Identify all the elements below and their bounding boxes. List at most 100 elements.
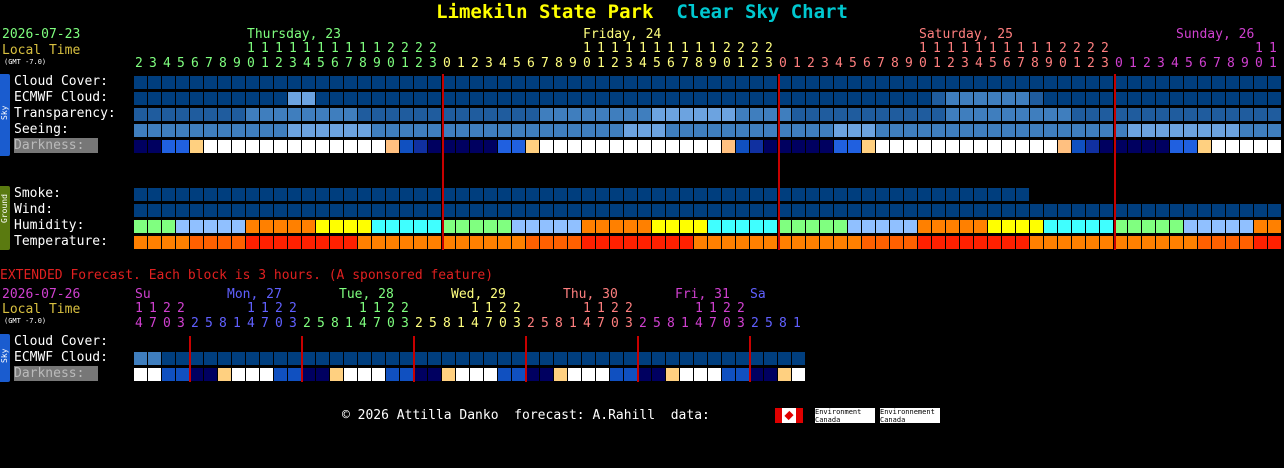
temperature-block[interactable]	[288, 236, 301, 249]
ecmwf-cloud-block[interactable]	[1128, 92, 1141, 105]
ext-darkness-block[interactable]	[386, 368, 399, 381]
wind-block[interactable]	[918, 204, 931, 217]
temperature-block[interactable]	[372, 236, 385, 249]
wind-block[interactable]	[834, 204, 847, 217]
temperature-block[interactable]	[246, 236, 259, 249]
wind-block[interactable]	[736, 204, 749, 217]
cloud-cover-block[interactable]	[134, 76, 147, 89]
darkness-block[interactable]	[1184, 140, 1197, 153]
darkness-block[interactable]	[1114, 140, 1127, 153]
humidity-block[interactable]	[1044, 220, 1057, 233]
smoke-block[interactable]	[260, 188, 273, 201]
smoke-block[interactable]	[666, 188, 679, 201]
seeing-block[interactable]	[1198, 124, 1211, 137]
smoke-block[interactable]	[610, 188, 623, 201]
transparency-block[interactable]	[470, 108, 483, 121]
wind-block[interactable]	[582, 204, 595, 217]
smoke-block[interactable]	[540, 188, 553, 201]
darkness-block[interactable]	[554, 140, 567, 153]
temperature-block[interactable]	[806, 236, 819, 249]
darkness-block[interactable]	[1170, 140, 1183, 153]
ecmwf-cloud-block[interactable]	[442, 92, 455, 105]
cloud-cover-block[interactable]	[1156, 76, 1169, 89]
darkness-block[interactable]	[456, 140, 469, 153]
darkness-block[interactable]	[778, 140, 791, 153]
cloud-cover-block[interactable]	[190, 76, 203, 89]
humidity-block[interactable]	[428, 220, 441, 233]
smoke-block[interactable]	[876, 188, 889, 201]
darkness-block[interactable]	[246, 140, 259, 153]
darkness-block[interactable]	[820, 140, 833, 153]
wind-block[interactable]	[960, 204, 973, 217]
ext-row-label-cloud-cover[interactable]: Cloud Cover:	[14, 334, 108, 349]
seeing-block[interactable]	[680, 124, 693, 137]
cloud-cover-block[interactable]	[330, 76, 343, 89]
cloud-cover-block[interactable]	[1142, 76, 1155, 89]
ecmwf-cloud-block[interactable]	[540, 92, 553, 105]
seeing-block[interactable]	[428, 124, 441, 137]
cloud-cover-block[interactable]	[498, 76, 511, 89]
row-label-seeing[interactable]: Seeing:	[14, 122, 69, 137]
darkness-block[interactable]	[876, 140, 889, 153]
wind-block[interactable]	[484, 204, 497, 217]
ext-darkness-block[interactable]	[652, 368, 665, 381]
seeing-block[interactable]	[946, 124, 959, 137]
darkness-block[interactable]	[1156, 140, 1169, 153]
humidity-block[interactable]	[148, 220, 161, 233]
darkness-block[interactable]	[232, 140, 245, 153]
humidity-block[interactable]	[596, 220, 609, 233]
ecmwf-cloud-block[interactable]	[134, 92, 147, 105]
ecmwf-cloud-block[interactable]	[1030, 92, 1043, 105]
seeing-block[interactable]	[596, 124, 609, 137]
temperature-block[interactable]	[862, 236, 875, 249]
transparency-block[interactable]	[358, 108, 371, 121]
ecmwf-cloud-block[interactable]	[1170, 92, 1183, 105]
seeing-block[interactable]	[1030, 124, 1043, 137]
darkness-block[interactable]	[1254, 140, 1267, 153]
transparency-block[interactable]	[792, 108, 805, 121]
darkness-block[interactable]	[890, 140, 903, 153]
transparency-block[interactable]	[1086, 108, 1099, 121]
humidity-block[interactable]	[358, 220, 371, 233]
temperature-block[interactable]	[582, 236, 595, 249]
transparency-block[interactable]	[134, 108, 147, 121]
temperature-block[interactable]	[302, 236, 315, 249]
ext-ecmwf-cloud-block[interactable]	[596, 352, 609, 365]
cloud-cover-block[interactable]	[1254, 76, 1267, 89]
darkness-block[interactable]	[764, 140, 777, 153]
cloud-cover-block[interactable]	[932, 76, 945, 89]
darkness-block[interactable]	[848, 140, 861, 153]
darkness-block[interactable]	[666, 140, 679, 153]
ext-ecmwf-cloud-block[interactable]	[148, 352, 161, 365]
transparency-block[interactable]	[1156, 108, 1169, 121]
temperature-block[interactable]	[792, 236, 805, 249]
row-label-transparency[interactable]: Transparency:	[14, 106, 116, 121]
cloud-cover-block[interactable]	[568, 76, 581, 89]
smoke-block[interactable]	[554, 188, 567, 201]
ext-ecmwf-cloud-block[interactable]	[526, 352, 539, 365]
transparency-block[interactable]	[190, 108, 203, 121]
smoke-block[interactable]	[638, 188, 651, 201]
wind-block[interactable]	[778, 204, 791, 217]
ecmwf-cloud-block[interactable]	[582, 92, 595, 105]
humidity-block[interactable]	[722, 220, 735, 233]
temperature-block[interactable]	[358, 236, 371, 249]
darkness-block[interactable]	[1128, 140, 1141, 153]
ecmwf-cloud-block[interactable]	[1086, 92, 1099, 105]
darkness-block[interactable]	[988, 140, 1001, 153]
ext-darkness-block[interactable]	[680, 368, 693, 381]
darkness-block[interactable]	[694, 140, 707, 153]
temperature-block[interactable]	[456, 236, 469, 249]
temperature-block[interactable]	[190, 236, 203, 249]
darkness-block[interactable]	[1086, 140, 1099, 153]
humidity-block[interactable]	[134, 220, 147, 233]
transparency-block[interactable]	[638, 108, 651, 121]
ecmwf-cloud-block[interactable]	[904, 92, 917, 105]
darkness-block[interactable]	[1268, 140, 1281, 153]
ecmwf-cloud-block[interactable]	[624, 92, 637, 105]
ext-ecmwf-cloud-block[interactable]	[218, 352, 231, 365]
ext-ecmwf-cloud-block[interactable]	[274, 352, 287, 365]
cloud-cover-block[interactable]	[890, 76, 903, 89]
darkness-block[interactable]	[960, 140, 973, 153]
seeing-block[interactable]	[260, 124, 273, 137]
